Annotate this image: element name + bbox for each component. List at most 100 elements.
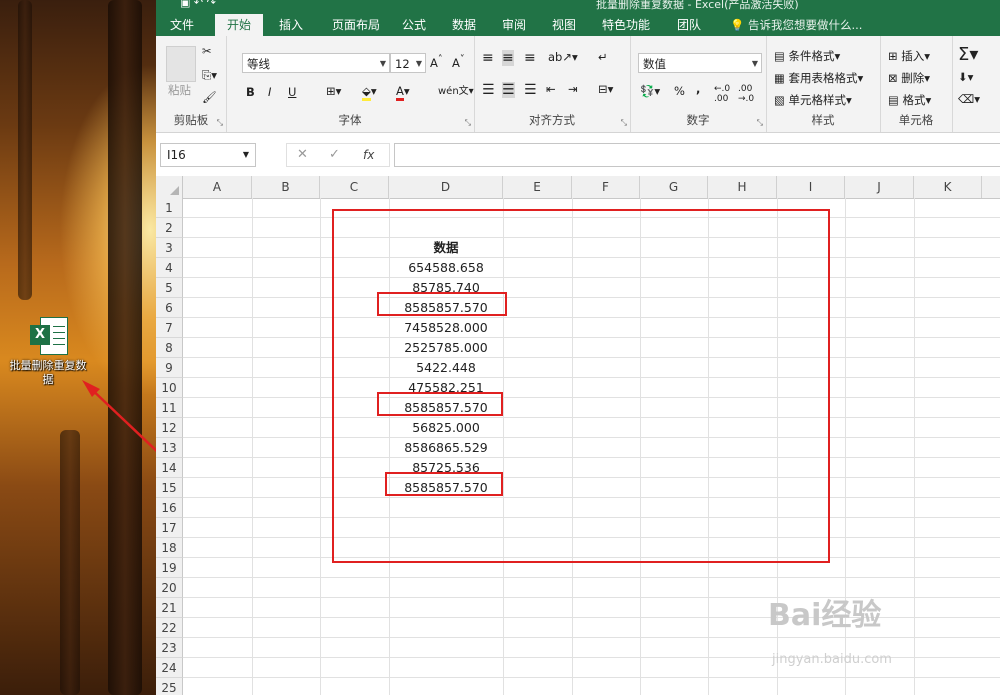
orientation-icon[interactable]: ab↗▾ bbox=[548, 50, 578, 64]
row-header[interactable]: 24 bbox=[156, 658, 183, 678]
column-header[interactable]: G bbox=[640, 176, 708, 198]
row-header[interactable]: 2 bbox=[156, 218, 183, 238]
increase-indent-icon[interactable]: ⇥ bbox=[568, 82, 578, 96]
clipboard-launcher-icon[interactable]: ⤡ bbox=[217, 118, 223, 128]
column-header[interactable]: H bbox=[708, 176, 777, 198]
tab-formulas[interactable]: 公式 bbox=[392, 14, 436, 36]
row-header[interactable]: 4 bbox=[156, 258, 183, 278]
delete-cells-button[interactable]: ⊠ 删除▾ bbox=[888, 70, 930, 86]
quick-access-icons[interactable]: ▣ ↶ ↷ bbox=[180, 0, 216, 9]
row-header[interactable]: 7 bbox=[156, 318, 183, 338]
comma-style-icon[interactable]: , bbox=[696, 82, 700, 96]
row-header[interactable]: 6 bbox=[156, 298, 183, 318]
row-header[interactable]: 17 bbox=[156, 518, 183, 538]
column-header[interactable]: C bbox=[320, 176, 389, 198]
row-header[interactable]: 1 bbox=[156, 198, 183, 218]
increase-decimal-icon[interactable]: ←.0.00 bbox=[714, 84, 730, 104]
tab-page-layout[interactable]: 页面布局 bbox=[322, 14, 390, 36]
accounting-format-icon[interactable]: 💱▾ bbox=[640, 84, 660, 98]
tab-home[interactable]: 开始 bbox=[215, 14, 263, 36]
percent-icon[interactable]: % bbox=[674, 84, 685, 98]
phonetic-icon[interactable]: wén文▾ bbox=[438, 82, 474, 97]
insert-function-icon[interactable]: fx bbox=[363, 144, 374, 166]
fill-color-icon[interactable]: ⬙▾ bbox=[362, 84, 377, 101]
column-header[interactable]: F bbox=[572, 176, 640, 198]
column-header[interactable]: B bbox=[252, 176, 320, 198]
column-header[interactable]: A bbox=[183, 176, 252, 198]
column-header[interactable]: J bbox=[845, 176, 914, 198]
format-cells-button[interactable]: ▤ 格式▾ bbox=[888, 92, 931, 108]
align-bottom-icon[interactable]: ≡ bbox=[524, 50, 536, 66]
clear-icon[interactable]: ⌫▾ bbox=[958, 92, 980, 106]
row-header[interactable]: 12 bbox=[156, 418, 183, 438]
column-header[interactable]: I bbox=[777, 176, 845, 198]
font-color-icon[interactable]: A▾ bbox=[396, 84, 410, 101]
cell-styles-button[interactable]: ▧ 单元格样式▾ bbox=[774, 92, 852, 108]
row-header[interactable]: 8 bbox=[156, 338, 183, 358]
row-header[interactable]: 16 bbox=[156, 498, 183, 518]
grow-font-icon[interactable]: A˄ bbox=[430, 54, 443, 70]
wrap-text-icon[interactable]: ↵ bbox=[598, 50, 608, 64]
underline-button[interactable]: U bbox=[288, 85, 296, 99]
row-header[interactable]: 5 bbox=[156, 278, 183, 298]
conditional-format-button[interactable]: ▤ 条件格式▾ bbox=[774, 48, 840, 64]
align-right-icon[interactable]: ☰ bbox=[524, 82, 537, 98]
decrease-indent-icon[interactable]: ⇤ bbox=[546, 82, 556, 96]
align-middle-icon[interactable]: ≡ bbox=[502, 50, 514, 66]
column-header[interactable]: D bbox=[389, 176, 503, 198]
row-header[interactable]: 22 bbox=[156, 618, 183, 638]
row-header[interactable]: 19 bbox=[156, 558, 183, 578]
font-size-select[interactable]: 12 ▼ bbox=[390, 53, 426, 73]
tab-view[interactable]: 视图 bbox=[542, 14, 586, 36]
font-launcher-icon[interactable]: ⤡ bbox=[465, 118, 471, 128]
row-header[interactable]: 13 bbox=[156, 438, 183, 458]
tell-me-box[interactable]: 💡 告诉我您想要做什么... bbox=[730, 14, 862, 36]
alignment-launcher-icon[interactable]: ⤡ bbox=[621, 118, 627, 128]
tab-special[interactable]: 特色功能 bbox=[596, 14, 656, 36]
enter-icon[interactable]: ✓ bbox=[329, 144, 340, 166]
row-header[interactable]: 10 bbox=[156, 378, 183, 398]
row-header[interactable]: 20 bbox=[156, 578, 183, 598]
row-header[interactable]: 23 bbox=[156, 638, 183, 658]
autosum-icon[interactable]: Σ▾ bbox=[958, 44, 978, 65]
row-header[interactable]: 11 bbox=[156, 398, 183, 418]
align-top-icon[interactable]: ≡ bbox=[482, 50, 494, 66]
row-header[interactable]: 18 bbox=[156, 538, 183, 558]
name-box[interactable]: I16 ▼ bbox=[160, 143, 256, 167]
row-header[interactable]: 25 bbox=[156, 678, 183, 695]
align-left-icon[interactable]: ☰ bbox=[482, 82, 495, 98]
format-painter-icon[interactable]: 🖌 bbox=[202, 90, 217, 104]
border-icon[interactable]: ⊞▾ bbox=[326, 84, 341, 98]
fill-icon[interactable]: ⬇▾ bbox=[958, 70, 973, 84]
bold-button[interactable]: B bbox=[246, 85, 255, 99]
number-format-select[interactable]: 数值 ▼ bbox=[638, 53, 762, 73]
format-as-table-button[interactable]: ▦ 套用表格格式▾ bbox=[774, 70, 863, 86]
tab-file[interactable]: 文件 bbox=[162, 14, 202, 36]
italic-button[interactable]: I bbox=[268, 85, 271, 99]
paste-button[interactable]: 粘贴 bbox=[168, 82, 191, 98]
tab-data[interactable]: 数据 bbox=[442, 14, 486, 36]
row-header[interactable]: 15 bbox=[156, 478, 183, 498]
select-all-corner[interactable] bbox=[156, 176, 183, 198]
cancel-icon[interactable]: ✕ bbox=[297, 144, 308, 166]
column-header[interactable]: K bbox=[914, 176, 982, 198]
tab-insert[interactable]: 插入 bbox=[269, 14, 313, 36]
cut-icon[interactable]: ✂ bbox=[202, 44, 212, 58]
row-header[interactable]: 3 bbox=[156, 238, 183, 258]
tab-team[interactable]: 团队 bbox=[666, 14, 712, 36]
insert-cells-button[interactable]: ⊞ 插入▾ bbox=[888, 48, 930, 64]
tab-review[interactable]: 审阅 bbox=[492, 14, 536, 36]
copy-icon[interactable]: ⎘▾ bbox=[202, 68, 217, 83]
paste-icon[interactable] bbox=[166, 46, 196, 82]
column-header[interactable]: E bbox=[503, 176, 572, 198]
row-header[interactable]: 9 bbox=[156, 358, 183, 378]
font-name-select[interactable]: 等线 ▼ bbox=[242, 53, 390, 73]
shrink-font-icon[interactable]: A˅ bbox=[452, 54, 465, 70]
row-header[interactable]: 14 bbox=[156, 458, 183, 478]
number-launcher-icon[interactable]: ⤡ bbox=[757, 118, 763, 128]
decrease-decimal-icon[interactable]: .00 →.0 bbox=[738, 84, 754, 104]
row-header[interactable]: 21 bbox=[156, 598, 183, 618]
formula-input[interactable] bbox=[394, 143, 1000, 167]
align-center-icon[interactable]: ☰ bbox=[502, 82, 515, 98]
merge-center-icon[interactable]: ⊟▾ bbox=[598, 82, 613, 96]
